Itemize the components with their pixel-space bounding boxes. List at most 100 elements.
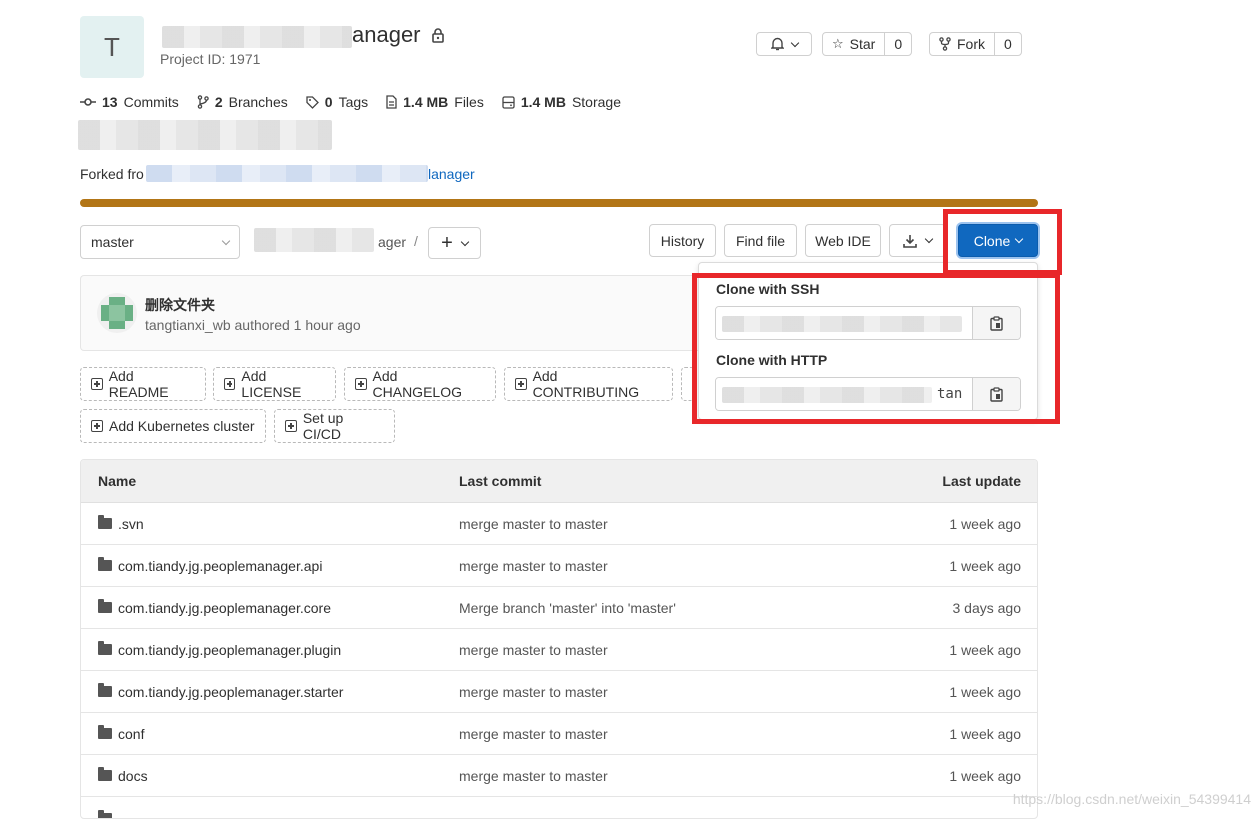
- plus-square-icon: [91, 420, 103, 432]
- table-row[interactable]: com.tiandy.jg.peoplemanager.starter merg…: [81, 671, 1037, 713]
- redacted-project-name: [162, 26, 352, 48]
- storage-label: Storage: [572, 94, 621, 110]
- files-stat[interactable]: 1.4 MB Files: [386, 94, 484, 110]
- plus-square-icon: [515, 378, 527, 390]
- file-name[interactable]: .svn: [118, 516, 144, 532]
- branch-selector[interactable]: master: [80, 225, 240, 259]
- star-group: ☆ Star 0: [822, 32, 912, 56]
- star-button[interactable]: ☆ Star: [823, 33, 884, 55]
- add-changelog-button[interactable]: Add CHANGELOG: [344, 367, 496, 401]
- set-up-ci-cd-button[interactable]: Set up CI/CD: [274, 409, 395, 443]
- project-avatar: T: [80, 16, 144, 78]
- fork-group: Fork 0: [929, 32, 1022, 56]
- add-license-button[interactable]: Add LICENSE: [213, 367, 336, 401]
- files-label: Files: [454, 94, 484, 110]
- notification-button[interactable]: [756, 32, 812, 56]
- commits-count: 13: [102, 94, 118, 110]
- forked-from: Forked fro: [80, 166, 144, 182]
- blog-watermark: https://blog.csdn.net/weixin_54399414: [1013, 791, 1251, 807]
- chevron-down-icon: [222, 236, 230, 244]
- file-icon: [386, 95, 397, 109]
- add-to-tree-button[interactable]: +: [428, 227, 481, 259]
- project-avatar-letter: T: [104, 32, 120, 63]
- table-row-partial[interactable]: [81, 797, 1037, 819]
- branches-label: Branches: [229, 94, 288, 110]
- file-name[interactable]: com.tiandy.jg.peoplemanager.starter: [118, 684, 343, 700]
- branch-name: master: [91, 234, 134, 250]
- last-commit-panel: 删除文件夹 tangtianxi_wb authored 1 hour ago: [80, 275, 700, 351]
- tags-stat[interactable]: 0 Tags: [306, 94, 368, 110]
- fork-button[interactable]: Fork: [930, 33, 994, 55]
- bell-icon: [771, 37, 784, 51]
- commit-author-line: tangtianxi_wb authored 1 hour ago: [145, 317, 361, 333]
- row-last-commit[interactable]: merge master to master: [459, 558, 899, 574]
- file-name[interactable]: conf: [118, 726, 144, 742]
- file-name[interactable]: com.tiandy.jg.peoplemanager.core: [118, 600, 331, 616]
- annotation-highlight-clone-button: [943, 209, 1062, 275]
- row-last-commit[interactable]: merge master to master: [459, 642, 899, 658]
- files-size: 1.4 MB: [403, 94, 448, 110]
- web-ide-button[interactable]: Web IDE: [805, 224, 881, 257]
- row-last-update: 1 week ago: [899, 558, 1037, 574]
- annotation-highlight-clone-dropdown: [692, 273, 1060, 424]
- file-name[interactable]: com.tiandy.jg.peoplemanager.api: [118, 558, 322, 574]
- chevron-down-icon: [461, 237, 469, 245]
- plus-square-icon: [285, 420, 297, 432]
- row-last-update: 1 week ago: [899, 768, 1037, 784]
- commits-stat[interactable]: 13 Commits: [80, 94, 179, 110]
- chevron-down-icon: [790, 38, 798, 46]
- add-kubernetes-cluster-label: Add Kubernetes cluster: [109, 418, 255, 434]
- author-avatar[interactable]: [97, 293, 137, 333]
- branch-icon: [197, 95, 209, 109]
- add-contributing-button[interactable]: Add CONTRIBUTING: [504, 367, 673, 401]
- branches-stat[interactable]: 2 Branches: [197, 94, 288, 110]
- repository-language-bar: [80, 199, 1038, 207]
- add-readme-button[interactable]: Add README: [80, 367, 206, 401]
- tags-count: 0: [325, 94, 333, 110]
- redacted-fork-source[interactable]: [146, 165, 428, 182]
- row-last-update: 1 week ago: [899, 642, 1037, 658]
- add-readme-label: Add README: [109, 368, 195, 400]
- commit-message[interactable]: 删除文件夹: [145, 295, 215, 315]
- folder-icon: [98, 560, 112, 571]
- plus-square-icon: [91, 378, 103, 390]
- storage-stat[interactable]: 1.4 MB Storage: [502, 94, 621, 110]
- row-last-update: 3 days ago: [899, 600, 1037, 616]
- download-icon: [903, 234, 917, 248]
- plus-icon: +: [441, 233, 453, 253]
- table-row[interactable]: conf merge master to master 1 week ago: [81, 713, 1037, 755]
- row-last-commit[interactable]: merge master to master: [459, 768, 899, 784]
- file-name[interactable]: com.tiandy.jg.peoplemanager.plugin: [118, 642, 341, 658]
- fork-icon: [939, 37, 951, 51]
- last-commit-column-header: Last commit: [459, 473, 899, 489]
- find-file-button[interactable]: Find file: [724, 224, 797, 257]
- path-suffix[interactable]: ager: [378, 234, 406, 250]
- table-row[interactable]: .svn merge master to master 1 week ago: [81, 503, 1037, 545]
- history-button[interactable]: History: [649, 224, 716, 257]
- row-last-commit[interactable]: merge master to master: [459, 684, 899, 700]
- table-row[interactable]: com.tiandy.jg.peoplemanager.api merge ma…: [81, 545, 1037, 587]
- table-row[interactable]: com.tiandy.jg.peoplemanager.core Merge b…: [81, 587, 1037, 629]
- table-row[interactable]: com.tiandy.jg.peoplemanager.plugin merge…: [81, 629, 1037, 671]
- row-last-commit[interactable]: merge master to master: [459, 516, 899, 532]
- redacted-description: [78, 120, 332, 150]
- forked-from-prefix: Forked fro: [80, 166, 144, 182]
- fork-count[interactable]: 0: [994, 33, 1021, 55]
- star-label: Star: [850, 36, 876, 52]
- commit-icon: [80, 97, 96, 107]
- table-row[interactable]: docs merge master to master 1 week ago: [81, 755, 1037, 797]
- row-last-commit[interactable]: merge master to master: [459, 726, 899, 742]
- row-last-commit[interactable]: Merge branch 'master' into 'master': [459, 600, 899, 616]
- tags-label: Tags: [339, 94, 369, 110]
- storage-size: 1.4 MB: [521, 94, 566, 110]
- folder-icon: [98, 813, 112, 819]
- folder-icon: [98, 644, 112, 655]
- download-button[interactable]: [889, 224, 946, 257]
- branches-count: 2: [215, 94, 223, 110]
- file-tree-table: Name Last commit Last update .svn merge …: [80, 459, 1038, 819]
- star-count[interactable]: 0: [884, 33, 911, 55]
- file-name[interactable]: docs: [118, 768, 148, 784]
- fork-label: Fork: [957, 36, 985, 52]
- fork-source-link[interactable]: lanager: [428, 166, 475, 182]
- add-kubernetes-cluster-button[interactable]: Add Kubernetes cluster: [80, 409, 266, 443]
